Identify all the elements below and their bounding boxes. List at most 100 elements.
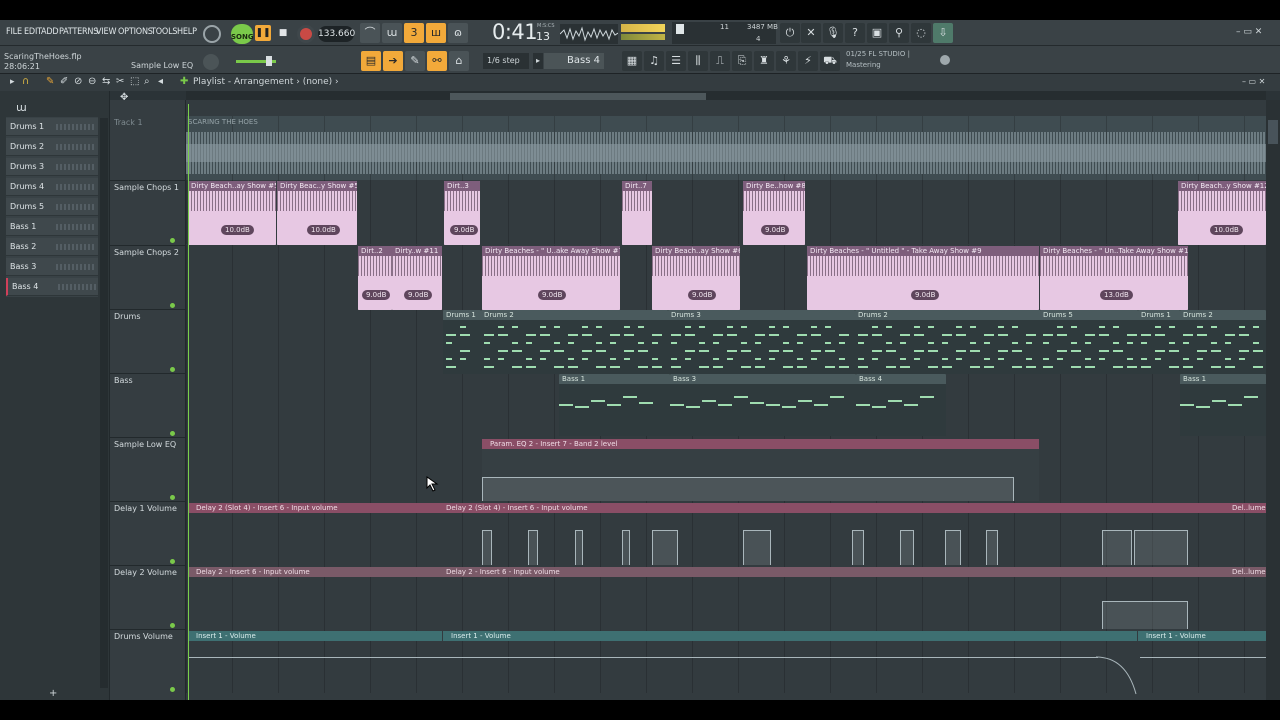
plugin-picker-icon[interactable]: ♜ (754, 51, 774, 71)
save-icon[interactable]: ▣ (867, 23, 887, 43)
automation-clip-title[interactable]: Param. EQ 2 - Insert 7 - Band 2 level (482, 439, 1039, 449)
channel-item[interactable]: Bass 3 (6, 258, 98, 276)
audio-clip[interactable]: Dirty Be..how #8 9.0dB (743, 181, 805, 245)
track-header[interactable]: Bass (114, 376, 133, 385)
song-mode-button[interactable]: SONG (231, 24, 254, 44)
playlist-menu-arrow-icon[interactable]: ▸ (10, 77, 15, 87)
audio-clip[interactable]: Dirt..3 9.0dB (444, 181, 480, 245)
browser-icon[interactable]: ⎍ (710, 51, 730, 71)
menu-tools[interactable]: TOOLS (151, 27, 178, 37)
metronome-icon[interactable]: ⌒ (360, 23, 380, 43)
automation-clip-title[interactable]: Delay 2 (Slot 4) - Insert 6 - Input volu… (438, 503, 1226, 513)
channel-item[interactable]: Bass 2 (6, 238, 98, 256)
automation-clip-title[interactable]: Insert 1 - Volume (1138, 631, 1266, 641)
track-header[interactable]: Drums (114, 312, 140, 321)
project-icon[interactable]: ⚡ (798, 51, 818, 71)
master-volume-knob[interactable] (203, 54, 219, 70)
pattern-clip[interactable]: Drums 2 (855, 310, 1042, 374)
magnet-icon[interactable]: ∩ (22, 76, 29, 87)
vertical-scrollbar-thumb[interactable] (1268, 120, 1278, 144)
audio-clip[interactable]: Dirty..w #11 9.0dB (392, 246, 442, 310)
files-icon[interactable]: ⎘ (732, 51, 752, 71)
menu-options[interactable]: OPTIONS (118, 27, 153, 37)
track-header[interactable]: Delay 1 Volume (114, 504, 177, 513)
download-icon[interactable]: ⇩ (933, 23, 953, 43)
automation-clip-title[interactable]: Insert 1 - Volume (188, 631, 442, 641)
automation-clip-title[interactable]: Delay 2 - Insert 6 - Input volume (438, 567, 1226, 577)
pattern-clip[interactable]: Bass 3 (670, 374, 856, 436)
mixer-icon[interactable]: ⫼ (688, 51, 708, 71)
plugin-icon[interactable]: ⚲ (889, 23, 909, 43)
channel-item[interactable]: Bass 4 (6, 278, 98, 296)
audio-clip[interactable]: Dirty Beac..y Show #5 10.0dB (277, 181, 357, 245)
track-header[interactable]: Drums Volume (114, 632, 173, 641)
channel-item[interactable]: Bass 1 (6, 218, 98, 236)
audio-clip[interactable]: Dirty Beach..y Show #12 10.0dB (1178, 181, 1266, 245)
time-display[interactable]: 0:41 (492, 20, 538, 44)
pattern-clip[interactable]: Bass 4 (856, 374, 946, 436)
window-controls[interactable]: – ▭ ✕ (1236, 27, 1262, 37)
track-active-indicator[interactable] (170, 623, 175, 628)
track-header[interactable]: Sample Chops 1 (114, 183, 179, 192)
play-pause-button[interactable]: ❚❚ (255, 25, 271, 41)
automation-clip-title[interactable]: Del..lume (1224, 503, 1266, 513)
playback-tool-icon[interactable]: ◂ (158, 76, 163, 87)
stamp-icon[interactable]: ⌂ (449, 51, 469, 71)
countdown-icon[interactable]: 3 (404, 23, 424, 43)
track-active-indicator[interactable] (170, 367, 175, 372)
pattern-prev-icon[interactable]: ▸ (533, 53, 543, 69)
arrangement-selector[interactable]: (none) (303, 77, 332, 87)
panic-icon[interactable]: ✕ (801, 23, 821, 43)
link-icon[interactable]: ⚯ (427, 51, 447, 71)
automation-clip-title[interactable]: Delay 2 (Slot 4) - Insert 6 - Input volu… (188, 503, 438, 513)
microphone-icon[interactable]: 🎙 (823, 23, 843, 43)
audio-clip[interactable]: Dirty Beach..ay Show #5 10.0dB (188, 181, 276, 245)
audio-clip[interactable]: Dirty Beaches - " Untitled " - Take Away… (807, 246, 1039, 310)
track-active-indicator[interactable] (170, 431, 175, 436)
touch-icon[interactable]: ⚘ (776, 51, 796, 71)
pattern-selector[interactable]: Bass 4 (544, 53, 604, 69)
pattern-clip[interactable]: Bass 1 (1180, 374, 1266, 436)
slip-tool-icon[interactable]: ⇆ (102, 76, 110, 87)
playhead[interactable] (188, 104, 189, 700)
globe-icon[interactable] (940, 55, 950, 65)
tempo-display[interactable]: 133.660 (318, 26, 355, 42)
menu-add[interactable]: ADD (41, 27, 59, 37)
menu-patterns[interactable]: PATTERNS (59, 27, 98, 37)
channel-rack-icon[interactable]: ☰ (666, 51, 686, 71)
menu-view[interactable]: VIEW (96, 27, 116, 37)
slice-tool-icon[interactable]: ✂ (116, 76, 124, 87)
track-active-indicator[interactable] (170, 303, 175, 308)
pattern-clip[interactable]: Drums 5 (1040, 310, 1138, 374)
add-track-icon[interactable]: + (49, 688, 57, 699)
channel-item[interactable]: Drums 5 (6, 198, 98, 216)
piano-roll-icon[interactable]: ♫ (644, 51, 664, 71)
help-icon[interactable]: ? (845, 23, 865, 43)
pattern-clip[interactable]: Drums 2 (481, 310, 668, 374)
audio-clip[interactable]: Dirt..7 (622, 181, 652, 245)
pencil-icon[interactable]: ✎ (405, 51, 425, 71)
pattern-clip[interactable]: Drums 3 (668, 310, 855, 374)
record-button[interactable] (297, 25, 315, 43)
loop-record-icon[interactable]: ɷ (448, 23, 468, 43)
stop-button[interactable]: ■ (275, 25, 291, 41)
channel-item[interactable]: Drums 3 (6, 158, 98, 176)
cart-icon[interactable]: ⛟ (820, 51, 840, 71)
track-header[interactable]: Sample Chops 2 (114, 248, 179, 257)
track-header[interactable]: Sample Low EQ (114, 440, 176, 449)
track-active-indicator[interactable] (170, 687, 175, 692)
audio-clip[interactable]: Dirty Beaches - " Un..Take Away Show #10… (1040, 246, 1188, 310)
draw-tool-icon[interactable]: ✎ (46, 76, 54, 87)
wait-input-icon[interactable]: ɯ (382, 23, 402, 43)
playlist-icon[interactable]: ▦ (622, 51, 642, 71)
menu-edit[interactable]: EDIT (24, 27, 42, 37)
chat-icon[interactable]: ◌ (911, 23, 931, 43)
slider-handle[interactable] (266, 56, 272, 66)
power-icon[interactable]: ⏻ (780, 23, 800, 43)
delete-tool-icon[interactable]: ⊘ (74, 76, 82, 87)
audio-clip[interactable]: Dirty Beach..ay Show #6 9.0dB (652, 246, 740, 310)
paint-tool-icon[interactable]: ✐ (60, 76, 68, 87)
picker-scrollbar[interactable] (100, 118, 108, 688)
pattern-clip[interactable]: Drums 1 (1138, 310, 1180, 374)
track-active-indicator[interactable] (170, 495, 175, 500)
